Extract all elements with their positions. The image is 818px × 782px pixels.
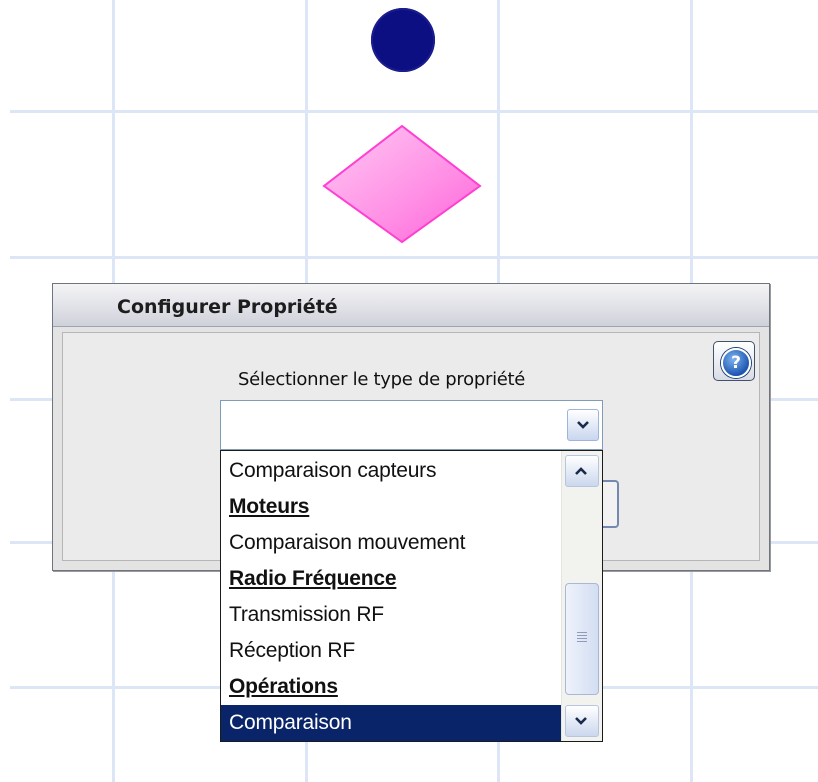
scrollbar-thumb[interactable] xyxy=(565,583,599,695)
flowchart-decision-diamond[interactable] xyxy=(322,124,482,244)
list-item[interactable]: Réception RF xyxy=(221,633,563,669)
list-item[interactable]: Transmission RF xyxy=(221,597,563,633)
list-item[interactable]: Comparaison mouvement xyxy=(221,525,563,561)
dialog-titlebar[interactable]: Configurer Propriété xyxy=(53,284,769,327)
property-type-label: Sélectionner le type de propriété xyxy=(238,369,526,390)
list-group-header: Opérations xyxy=(229,675,338,698)
property-type-dropdown-list[interactable]: Comparaison capteurs Moteurs Comparaison… xyxy=(220,450,603,742)
help-button[interactable]: ? xyxy=(713,341,755,381)
obscured-button-right-edge[interactable] xyxy=(603,480,619,528)
chevron-up-icon xyxy=(575,467,587,475)
dialog-title: Configurer Propriété xyxy=(117,296,338,318)
list-group-header: Moteurs xyxy=(229,495,310,518)
grip-line xyxy=(577,641,587,642)
dropdown-scrollbar[interactable] xyxy=(561,451,602,741)
chevron-down-icon xyxy=(575,717,587,725)
grip-line xyxy=(577,638,587,639)
grip-line xyxy=(577,632,587,633)
scroll-up-button[interactable] xyxy=(565,455,599,487)
grid-line xyxy=(10,110,818,113)
scroll-down-button[interactable] xyxy=(565,705,599,737)
list-item[interactable]: Comparaison capteurs xyxy=(221,453,563,489)
flowchart-start-circle[interactable] xyxy=(371,8,435,72)
list-group-header: Radio Fréquence xyxy=(229,567,397,590)
grip-line xyxy=(577,635,587,636)
help-icon: ? xyxy=(721,348,751,378)
chevron-down-icon xyxy=(577,421,589,429)
grid-line xyxy=(10,256,818,259)
property-type-combobox[interactable] xyxy=(220,400,603,450)
list-item-selected[interactable]: Comparaison xyxy=(221,705,563,741)
combobox-dropdown-button[interactable] xyxy=(567,409,599,441)
